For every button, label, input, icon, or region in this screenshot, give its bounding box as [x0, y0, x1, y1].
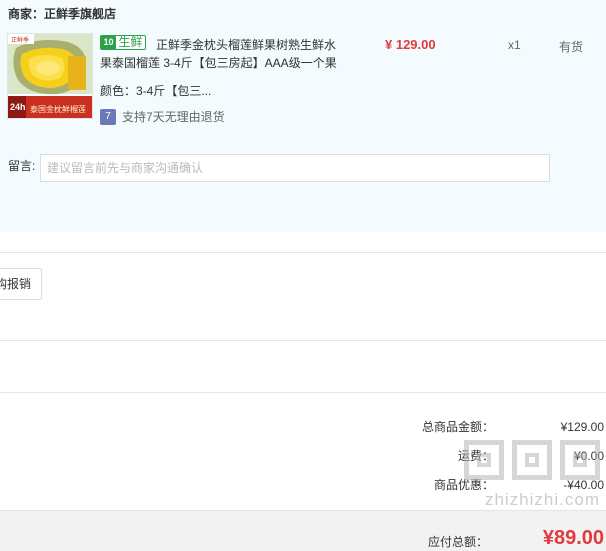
color-label: 颜色：	[100, 84, 137, 98]
shop-line: 商家：正鲜季旗舰店	[8, 5, 116, 22]
total-goods-value: ¥129.00	[560, 419, 604, 434]
return-7day-icon: 7	[100, 108, 116, 125]
fresh-tag: 10 生鲜	[100, 35, 146, 50]
payment-bar	[0, 510, 606, 551]
shipping-value: ¥0.00	[573, 448, 604, 463]
summary-row-total: 总商品金额： ¥129.00	[384, 418, 604, 435]
watermark-text: zhizhizhi.com	[484, 490, 600, 509]
section-divider	[0, 340, 606, 341]
stock-status: 有货	[559, 40, 584, 54]
shipping-label: 运费：	[457, 449, 494, 463]
product-image[interactable]: 正鲜季 24h 泰国金枕鲜榴莲	[7, 33, 93, 119]
payable-total: ¥89.00	[542, 527, 604, 549]
return-policy: 7 支持7天无理由退货	[100, 108, 225, 125]
image-caption: 泰国金枕鲜榴莲	[30, 104, 86, 114]
product-price: ¥ 129.00	[385, 37, 436, 52]
remark-input[interactable]	[40, 154, 550, 182]
section-divider	[0, 392, 606, 393]
fresh-tag-label: 生鲜	[118, 35, 143, 49]
shop-label: 商家：	[8, 7, 45, 21]
image-badge: 24h	[10, 102, 26, 112]
invoice-button[interactable]: 购报销	[0, 268, 42, 300]
discount-value: -¥40.00	[563, 477, 604, 492]
section-divider	[0, 252, 606, 253]
remark-label: 留言:	[8, 159, 36, 173]
summary-row-shipping: 运费： ¥0.00	[384, 447, 604, 464]
color-value: 3-4斤【包三...	[136, 84, 212, 98]
summary-row-discount: 商品优惠： -¥40.00	[384, 476, 604, 493]
discount-label: 商品优惠：	[433, 478, 494, 492]
payable-label: 应付总额：	[427, 535, 488, 549]
return-policy-text: 支持7天无理由退货	[122, 110, 225, 124]
store-fresh-icon: 10	[101, 36, 116, 49]
product-color: 颜色：3-4斤【包三...	[100, 82, 211, 99]
shop-name[interactable]: 正鲜季旗舰店	[44, 7, 116, 21]
total-goods-label: 总商品金额：	[421, 420, 494, 434]
product-quantity: x1	[508, 38, 521, 52]
durian-image: 正鲜季 24h 泰国金枕鲜榴莲	[8, 34, 92, 118]
image-brand-text: 正鲜季	[11, 36, 29, 44]
